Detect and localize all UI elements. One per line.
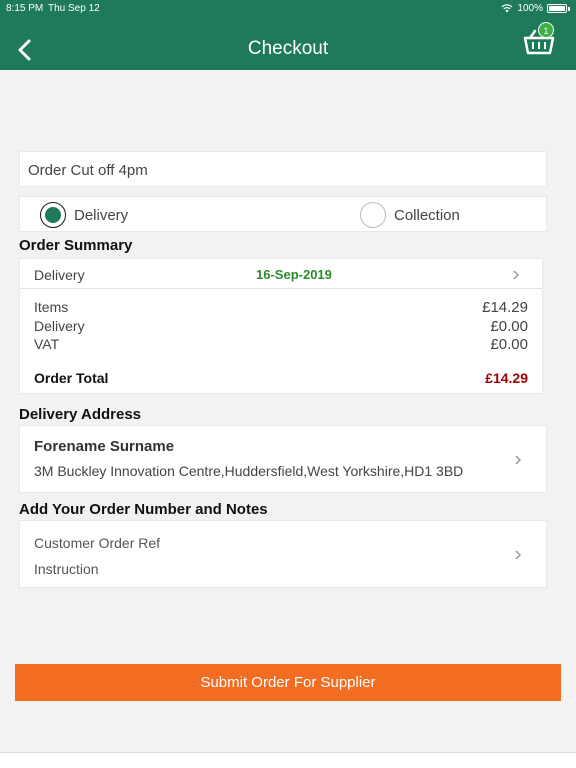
customer-order-ref: Customer Order Ref [34, 535, 161, 551]
delivery-date-label: Delivery [34, 267, 85, 283]
status-date: Thu Sep 12 [48, 3, 100, 14]
instruction: Instruction [34, 561, 99, 577]
chevron-right-icon [513, 270, 520, 280]
radio-delivery-circle[interactable] [40, 202, 66, 228]
delivery-date-row[interactable]: Delivery 16-Sep-2019 [20, 259, 542, 289]
chevron-right-icon [515, 455, 522, 465]
order-summary-card: Delivery 16-Sep-2019 Items £14.29 Delive… [19, 258, 543, 394]
status-time: 8:15 PM [6, 3, 44, 14]
battery-percent: 100% [517, 3, 543, 14]
vat-value: £0.00 [490, 336, 528, 353]
radio-collection-label: Collection [394, 206, 460, 224]
basket-count-badge: 1 [538, 22, 554, 38]
radio-delivery[interactable]: Delivery [40, 202, 128, 228]
address-name: Forename Surname [34, 438, 175, 455]
order-total-label: Order Total [34, 370, 109, 386]
vat-label: VAT [34, 336, 60, 352]
cutoff-banner: Order Cut off 4pm [19, 151, 547, 187]
notes-title: Add Your Order Number and Notes [19, 501, 268, 518]
wifi-icon [501, 4, 513, 13]
delivery-fee-label: Delivery [34, 318, 85, 334]
items-label: Items [34, 299, 69, 315]
status-right: 100% [501, 3, 570, 14]
delivery-address-card[interactable]: Forename Surname 3M Buckley Innovation C… [19, 425, 547, 493]
order-summary-title: Order Summary [19, 237, 133, 254]
battery-icon [547, 4, 567, 13]
status-bar: 8:15 PM Thu Sep 12 100% [0, 0, 576, 16]
nav-bar: 8:15 PM Thu Sep 12 100% Checkout 1 [0, 0, 576, 70]
submit-order-button[interactable]: Submit Order For Supplier [15, 664, 561, 701]
radio-collection[interactable]: Collection [360, 202, 460, 228]
battery-nub [568, 6, 570, 11]
delivery-date-value: 16-Sep-2019 [256, 267, 332, 282]
order-notes-card[interactable]: Customer Order Ref Instruction [19, 520, 547, 588]
delivery-address-title: Delivery Address [19, 406, 142, 423]
order-total-value: £14.29 [485, 370, 528, 386]
address-line: 3M Buckley Innovation Centre,Huddersfiel… [34, 463, 464, 479]
radio-delivery-label: Delivery [74, 206, 129, 224]
delivery-fee-value: £0.00 [490, 318, 528, 335]
cutoff-text: Order Cut off 4pm [28, 162, 148, 179]
page-title: Checkout [247, 38, 329, 59]
radio-collection-circle[interactable] [360, 202, 386, 228]
chevron-right-icon [515, 550, 522, 560]
fulfilment-options: Delivery Collection [19, 196, 547, 232]
bottom-edge [0, 752, 576, 768]
items-value: £14.29 [482, 299, 528, 316]
